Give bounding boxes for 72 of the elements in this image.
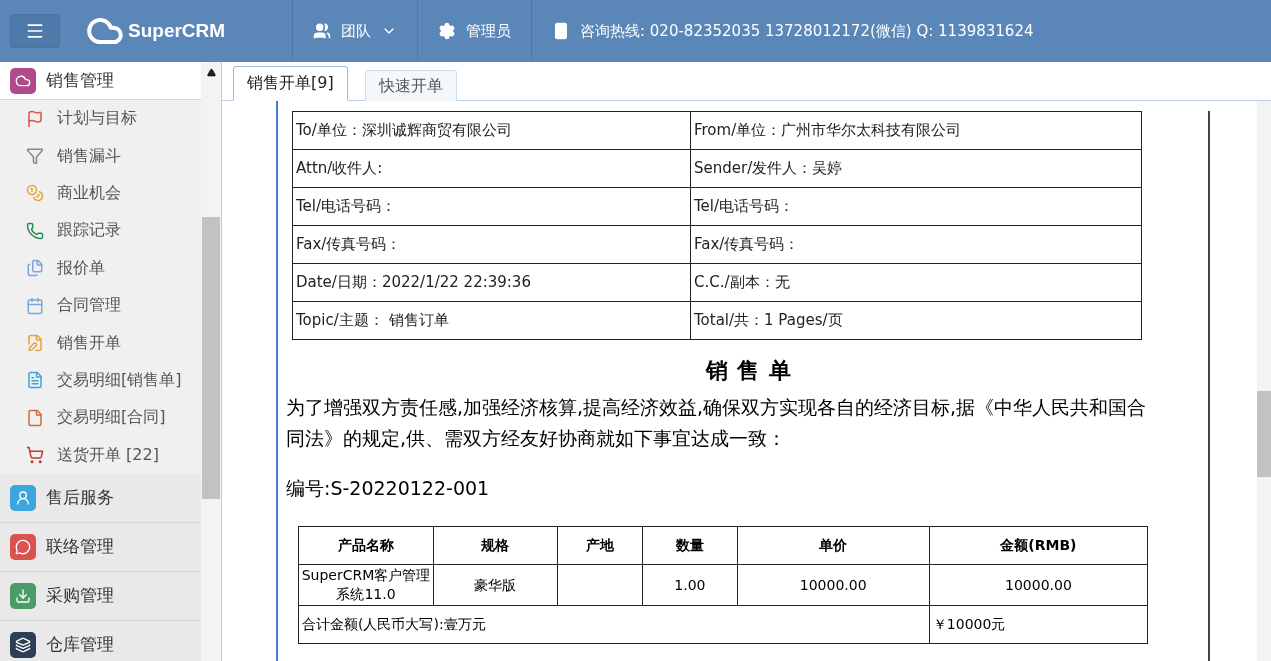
info-cell: Fax/传真号码： <box>690 225 1142 264</box>
item-icon <box>25 220 45 241</box>
column-header: 数量 <box>642 526 737 565</box>
info-cell: From/单位：广州市华尔太科技有限公司 <box>690 111 1142 150</box>
column-header: 金额(RMB) <box>929 526 1148 565</box>
sidebar-item[interactable]: 销售漏斗 <box>0 137 202 175</box>
info-cell: Date/日期：2022/1/22 22:39:36 <box>292 263 691 302</box>
settings-icon <box>438 22 456 40</box>
sidebar-item[interactable]: 计划与目标 <box>0 100 202 138</box>
sidebar-group[interactable]: 销售管理 <box>0 62 202 100</box>
sidebar-item[interactable]: 交易明细[合同] <box>0 399 202 437</box>
sidebar-item[interactable]: 合同管理 <box>0 286 202 325</box>
users-icon <box>313 22 331 40</box>
group-icon <box>10 631 36 658</box>
nav-item[interactable]: 管理员 <box>417 0 531 62</box>
sidebar-item[interactable]: 跟踪记录 <box>0 212 202 250</box>
info-cell: Topic/主题： 销售订单 <box>292 301 691 340</box>
order-number: 编号:S-20220122-001 <box>286 476 491 501</box>
nav-item[interactable]: 咨询热线: 020-82352035 13728012172(微信) Q: 1139831624 <box>531 0 1054 62</box>
group-icon <box>10 582 36 609</box>
sidebar-item[interactable]: 销售开单 <box>0 324 202 362</box>
column-header: 产地 <box>557 526 643 565</box>
item-icon <box>25 370 45 391</box>
item-icon <box>25 333 45 354</box>
column-header: 单价 <box>737 526 930 565</box>
logo-text: SuperCRM <box>128 20 226 42</box>
info-cell: Tel/电话号码： <box>292 187 691 226</box>
sidebar-item[interactable]: 报价单 <box>0 249 202 287</box>
document-title: 销 售 单 <box>704 357 794 385</box>
sidebar-item[interactable]: 商业机会 <box>0 174 202 213</box>
info-cell: Tel/电话号码： <box>690 187 1142 226</box>
intro-paragraph: 为了增强双方责任感,加强经济核算,提高经济效益,确保双方实现各自的经济目标,据《中华人民共和国合同法》的规定,供、需双方经友好协商就如下事宜达成一致： <box>286 395 1148 451</box>
table-cell: 豪华版 <box>433 564 558 606</box>
scrollbar-thumb[interactable] <box>1257 391 1271 477</box>
table-cell: 1.00 <box>642 564 737 606</box>
sidebar-group[interactable]: 售后服务 <box>0 473 202 523</box>
info-cell: Sender/发件人：吴婷 <box>690 149 1142 188</box>
tab[interactable]: 销售开单[9] <box>233 66 348 101</box>
group-icon <box>10 67 36 94</box>
table-cell: SuperCRM客户管理系统11.0 <box>298 564 434 606</box>
item-icon <box>25 258 45 279</box>
sidebar-item[interactable]: 送货开单 [22] <box>0 436 202 474</box>
item-icon <box>25 183 45 204</box>
tab[interactable]: 快速开单 <box>364 70 457 101</box>
item-icon <box>25 407 45 428</box>
info-cell: Total/共：1 Pages/页 <box>690 301 1142 340</box>
item-icon <box>25 108 45 129</box>
table-cell: 10000.00 <box>929 564 1148 606</box>
item-icon <box>25 445 45 466</box>
column-header: 规格 <box>433 526 558 565</box>
info-cell: To/单位：深圳诚辉商贸有限公司 <box>292 111 691 150</box>
info-cell: Attn/收件人: <box>292 149 691 188</box>
total-value: ￥10000元 <box>929 605 1148 644</box>
sidebar-group[interactable]: 采购管理 <box>0 571 202 621</box>
column-header: 产品名称 <box>298 526 434 565</box>
group-icon <box>10 533 36 560</box>
scroll-up-icon <box>206 68 216 77</box>
menu-button[interactable] <box>10 14 60 48</box>
menu-icon <box>25 21 45 41</box>
info-cell: C.C./副本：无 <box>690 263 1142 302</box>
item-icon <box>25 295 45 316</box>
phone-icon <box>552 22 570 40</box>
info-cell: Fax/传真号码： <box>292 225 691 264</box>
item-icon <box>25 146 45 167</box>
sidebar-item[interactable]: 交易明细[销售单] <box>0 361 202 400</box>
scrollbar-thumb[interactable] <box>202 217 221 499</box>
sidebar-group[interactable]: 联络管理 <box>0 522 202 572</box>
sidebar-group[interactable]: 仓库管理 <box>0 620 202 661</box>
group-icon <box>10 484 36 511</box>
total-label: 合计金额(人民币大写):壹万元 <box>298 605 930 644</box>
table-cell: 10000.00 <box>737 564 930 606</box>
nav-item[interactable]: 团队 <box>292 0 417 62</box>
